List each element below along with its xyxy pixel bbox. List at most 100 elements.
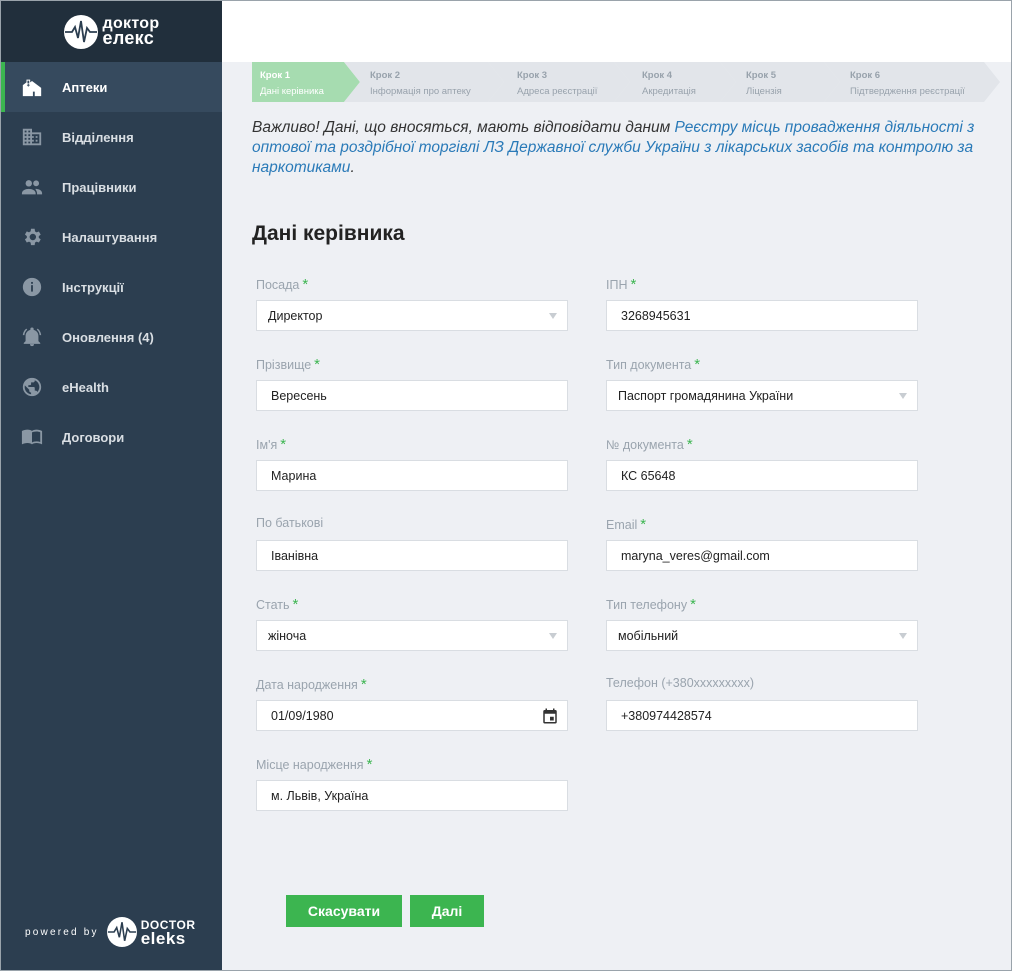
gear-icon <box>21 226 43 248</box>
brand-line-2: елекс <box>102 28 155 48</box>
field-label: Телефон (+380xxxxxxxxx) <box>606 676 918 694</box>
birth-place-label: Місце народження <box>256 758 364 772</box>
required-mark: * <box>280 436 287 453</box>
gender-field: Стать * жіноча <box>256 596 568 651</box>
sidebar-item-label: Оновлення (4) <box>62 329 154 345</box>
phone-input[interactable]: +380974428574 <box>606 700 918 731</box>
heartbeat-icon <box>63 14 98 49</box>
brand-name: доктор елекс <box>102 16 160 48</box>
next-button[interactable]: Далі <box>410 895 484 927</box>
position-value: Директор <box>268 308 323 323</box>
field-label: Дата народження * <box>256 676 568 694</box>
registry-notice: Важливо! Дані, що вносяться, мають відпо… <box>252 118 982 178</box>
email-input[interactable]: maryna_veres@gmail.com <box>606 540 918 571</box>
birth-place-value: м. Львів, Україна <box>271 788 369 803</box>
app-window: доктор елекс Аптеки Відділення Працівник… <box>0 0 1012 971</box>
field-label: Стать * <box>256 596 568 614</box>
sidebar-item-settings[interactable]: Налаштування <box>1 212 222 262</box>
position-field: Посада * Директор <box>256 276 568 331</box>
step-6[interactable]: Крок 6 Підтвердження реєстрації <box>824 62 1002 102</box>
required-mark: * <box>640 516 647 533</box>
dropdown-caret-icon <box>549 313 557 319</box>
sidebar-item-updates[interactable]: Оновлення (4) <box>1 312 222 362</box>
sidebar-item-contracts[interactable]: Договори <box>1 412 222 462</box>
required-mark: * <box>360 676 367 693</box>
sidebar-item-label: Налаштування <box>62 229 158 245</box>
birth-date-field: Дата народження * 01/09/1980 <box>256 676 568 731</box>
doc-type-select[interactable]: Паспорт громадянина України <box>606 380 918 411</box>
cancel-button[interactable]: Скасувати <box>286 895 402 927</box>
step-subtitle: Адреса реєстрації <box>517 86 598 97</box>
dropdown-caret-icon <box>549 633 557 639</box>
position-select[interactable]: Директор <box>256 300 568 331</box>
powered-logo-text: DOCTOR eleks <box>141 919 196 947</box>
patronymic-value: Іванівна <box>271 548 319 563</box>
step-subtitle: Ліцензія <box>746 86 782 97</box>
logo-area: доктор елекс <box>1 1 222 62</box>
phone-type-value: мобільний <box>618 628 679 643</box>
email-label: Email <box>606 518 638 532</box>
brand-logo[interactable]: доктор елекс <box>63 14 160 49</box>
sidebar-item-label: Аптеки <box>62 79 108 95</box>
pharmacy-icon <box>21 76 43 98</box>
email-value: maryna_veres@gmail.com <box>621 548 770 563</box>
calendar-icon[interactable] <box>541 707 559 725</box>
step-2[interactable]: Крок 2 Інформація про аптеку <box>344 62 506 102</box>
sidebar-item-departments[interactable]: Відділення <box>1 112 222 162</box>
doc-number-input[interactable]: КС 65648 <box>606 460 918 491</box>
surname-input[interactable]: Вересень <box>256 380 568 411</box>
required-mark: * <box>630 276 637 293</box>
step-3[interactable]: Крок 3 Адреса реєстрації <box>488 62 632 102</box>
doc-type-value: Паспорт громадянина України <box>618 388 794 403</box>
sidebar-item-pharmacies[interactable]: Аптеки <box>1 62 222 112</box>
doc-number-value: КС 65648 <box>621 468 676 483</box>
step-subtitle: Дані керівника <box>260 86 324 97</box>
field-label: Email * <box>606 516 918 534</box>
sidebar-item-ehealth[interactable]: eHealth <box>1 362 222 412</box>
surname-value: Вересень <box>271 388 327 403</box>
email-field: Email * maryna_veres@gmail.com <box>606 516 918 571</box>
field-label: ІПН * <box>606 276 918 294</box>
required-mark: * <box>366 756 373 773</box>
field-label: Місце народження * <box>256 756 568 774</box>
notice-end: . <box>350 159 355 176</box>
gender-value: жіноча <box>268 628 307 643</box>
sidebar: доктор елекс Аптеки Відділення Працівник… <box>1 1 222 970</box>
doc-number-label: № документа <box>606 438 684 452</box>
doc-type-field: Тип документа * Паспорт громадянина Украї… <box>606 356 918 411</box>
required-mark: * <box>314 356 321 373</box>
field-label: № документа * <box>606 436 918 454</box>
birth-date-input[interactable]: 01/09/1980 <box>256 700 568 731</box>
patronymic-input[interactable]: Іванівна <box>256 540 568 571</box>
step-subtitle: Підтвердження реєстрації <box>850 86 965 97</box>
powered-by-text: powered by <box>25 926 99 938</box>
name-label: Ім'я <box>256 438 278 452</box>
surname-label: Прізвище <box>256 358 312 372</box>
phone-type-select[interactable]: мобільний <box>606 620 918 651</box>
doc-number-field: № документа * КС 65648 <box>606 436 918 491</box>
patronymic-field: По батькові Іванівна <box>256 516 568 571</box>
required-mark: * <box>686 436 693 453</box>
ipn-input[interactable]: 3268945631 <box>606 300 918 331</box>
bell-icon <box>21 326 43 348</box>
phone-field: Телефон (+380xxxxxxxxx) +380974428574 <box>606 676 918 731</box>
name-input[interactable]: Марина <box>256 460 568 491</box>
birth-place-input[interactable]: м. Львів, Україна <box>256 780 568 811</box>
doc-type-label: Тип документа <box>606 358 692 372</box>
gender-select[interactable]: жіноча <box>256 620 568 651</box>
info-icon <box>21 276 43 298</box>
step-title: Крок 3 <box>517 70 548 81</box>
gender-label: Стать <box>256 598 290 612</box>
sidebar-item-label: Відділення <box>62 129 134 145</box>
sidebar-item-employees[interactable]: Працівники <box>1 162 222 212</box>
birth-place-field: Місце народження * м. Львів, Україна <box>256 756 568 811</box>
patronymic-label: По батькові <box>256 516 324 530</box>
required-mark: * <box>302 276 309 293</box>
ipn-field: ІПН * 3268945631 <box>606 276 918 331</box>
step-title: Крок 2 <box>370 70 401 81</box>
sidebar-item-instructions[interactable]: Інструкції <box>1 262 222 312</box>
ipn-label: ІПН <box>606 278 628 292</box>
step-title: Крок 4 <box>642 70 673 81</box>
sidebar-item-label: Працівники <box>62 179 137 195</box>
birth-date-value: 01/09/1980 <box>271 708 334 723</box>
